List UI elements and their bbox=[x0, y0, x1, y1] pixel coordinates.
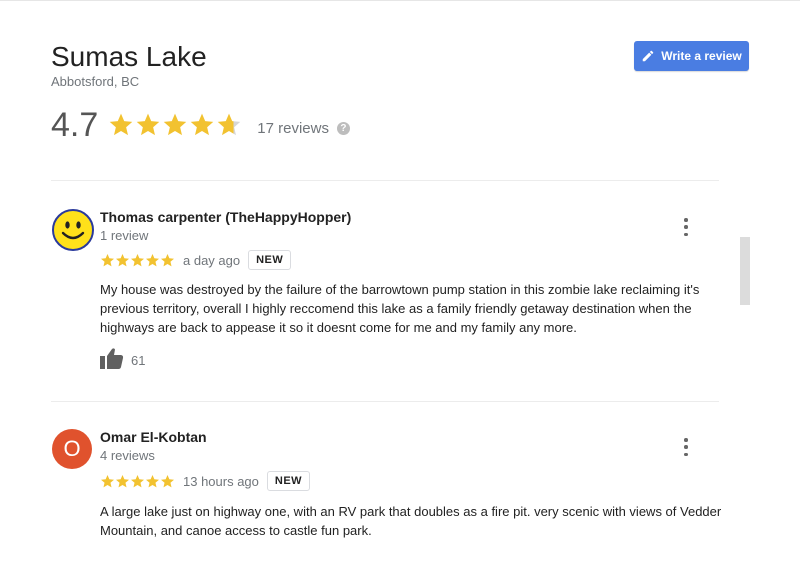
review-meta: 13 hours ago NEW bbox=[100, 470, 311, 492]
star-icon bbox=[161, 253, 174, 266]
like-count: 61 bbox=[131, 353, 146, 368]
more-options-icon[interactable] bbox=[680, 218, 692, 236]
rating-summary: 4.7 17 reviews ? bbox=[51, 105, 350, 145]
thumbs-up-icon bbox=[100, 347, 124, 374]
new-badge: NEW bbox=[266, 471, 311, 491]
review-text: A large lake just on highway one, with a… bbox=[100, 504, 722, 538]
star-icon bbox=[116, 474, 129, 487]
reviewer-name[interactable]: Omar El-Kobtan bbox=[100, 429, 207, 445]
place-location: Abbotsford, BC bbox=[51, 74, 140, 89]
rating-stars bbox=[108, 112, 243, 138]
star-icon bbox=[217, 113, 241, 136]
divider bbox=[51, 401, 719, 402]
divider bbox=[51, 180, 719, 181]
like-button[interactable]: 61 bbox=[100, 347, 145, 374]
reviewer-name[interactable]: Thomas carpenter (TheHappyHopper) bbox=[100, 209, 351, 225]
star-icon bbox=[146, 253, 159, 266]
pencil-icon bbox=[641, 49, 655, 63]
review-time: 13 hours ago bbox=[183, 473, 259, 489]
star-icon bbox=[131, 474, 144, 487]
star-icon bbox=[161, 474, 174, 487]
write-review-label: Write a review bbox=[661, 49, 742, 63]
more-options-icon[interactable] bbox=[680, 438, 692, 456]
review-text: My house was destroyed by the failure of… bbox=[100, 282, 700, 335]
star-icon bbox=[116, 253, 129, 266]
rating-score: 4.7 bbox=[51, 106, 99, 144]
star-icon bbox=[190, 113, 214, 136]
review-meta: a day ago NEW bbox=[100, 249, 292, 271]
scrollbar-thumb[interactable] bbox=[740, 237, 750, 305]
star-icon bbox=[163, 113, 187, 136]
star-icon bbox=[146, 474, 159, 487]
reviewer-review-count: 4 reviews bbox=[100, 448, 155, 463]
write-review-button[interactable]: Write a review bbox=[634, 41, 749, 71]
review-stars bbox=[100, 253, 175, 268]
review-stars bbox=[100, 474, 175, 489]
reviewer-review-count: 1 review bbox=[100, 228, 149, 243]
place-title: Sumas Lake bbox=[51, 41, 207, 72]
star-icon bbox=[136, 113, 160, 136]
star-icon bbox=[101, 253, 114, 266]
new-badge: NEW bbox=[248, 250, 292, 270]
help-icon[interactable]: ? bbox=[336, 121, 350, 135]
top-rule bbox=[0, 0, 800, 1]
star-icon bbox=[101, 474, 114, 487]
avatar[interactable]: O bbox=[52, 429, 92, 469]
avatar[interactable] bbox=[52, 209, 94, 251]
star-icon bbox=[131, 253, 144, 266]
reviews-count-link[interactable]: 17 reviews bbox=[257, 120, 329, 137]
review-time: a day ago bbox=[183, 252, 241, 268]
smiley-face-icon bbox=[54, 221, 92, 253]
star-icon bbox=[109, 113, 133, 136]
